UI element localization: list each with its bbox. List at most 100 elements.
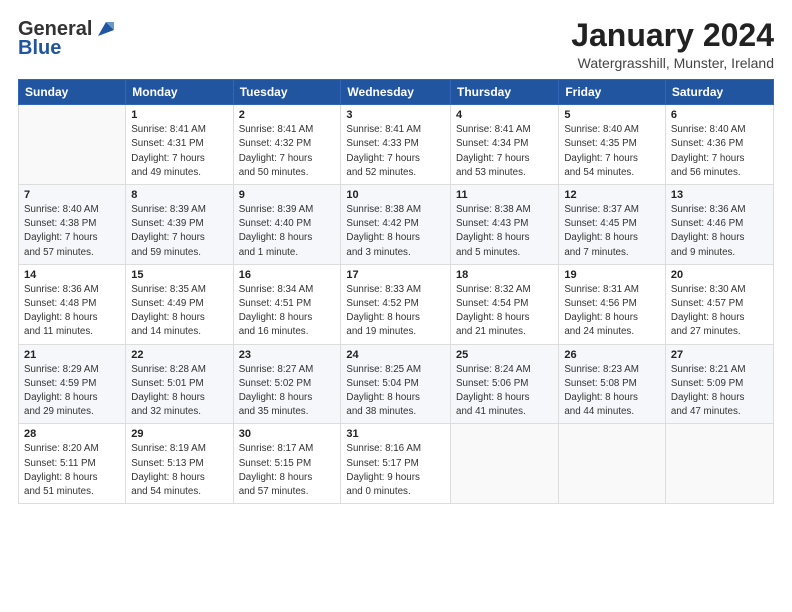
calendar-week-row: 14 Sunrise: 8:36 AMSunset: 4:48 PMDayligh… (19, 264, 774, 344)
table-row: 14 Sunrise: 8:36 AMSunset: 4:48 PMDayligh… (19, 264, 126, 344)
day-info: Sunrise: 8:39 AMSunset: 4:39 PMDaylight:… (131, 203, 227, 260)
day-info: Sunrise: 8:33 AMSunset: 4:52 PMDaylight:… (346, 283, 445, 340)
day-number: 15 (131, 269, 227, 281)
day-number: 20 (671, 269, 768, 281)
day-info: Sunrise: 8:41 AMSunset: 4:33 PMDaylight:… (346, 123, 445, 180)
day-info: Sunrise: 8:37 AMSunset: 4:45 PMDaylight:… (564, 203, 660, 260)
month-title: January 2024 (571, 18, 774, 53)
day-info: Sunrise: 8:41 AMSunset: 4:31 PMDaylight:… (131, 123, 227, 180)
day-info: Sunrise: 8:31 AMSunset: 4:56 PMDaylight:… (564, 283, 660, 340)
col-wednesday: Wednesday (341, 80, 451, 105)
day-number: 3 (346, 109, 445, 121)
table-row: 12 Sunrise: 8:37 AMSunset: 4:45 PMDayligh… (559, 185, 666, 265)
day-number: 8 (131, 189, 227, 201)
day-number: 27 (671, 349, 768, 361)
day-info: Sunrise: 8:40 AMSunset: 4:35 PMDaylight:… (564, 123, 660, 180)
logo: General Blue (18, 18, 116, 58)
logo-blue: Blue (18, 38, 116, 58)
day-info: Sunrise: 8:41 AMSunset: 4:32 PMDaylight:… (239, 123, 336, 180)
day-number: 6 (671, 109, 768, 121)
day-number: 5 (564, 109, 660, 121)
table-row: 21Sunrise: 8:29 AMSunset: 4:59 PMDayligh… (19, 344, 126, 424)
table-row: 11 Sunrise: 8:38 AMSunset: 4:43 PMDayligh… (451, 185, 559, 265)
table-row (559, 424, 666, 504)
table-row: 3 Sunrise: 8:41 AMSunset: 4:33 PMDaylight… (341, 105, 451, 185)
day-number: 21 (24, 349, 120, 361)
day-info: Sunrise: 8:28 AMSunset: 5:01 PMDaylight:… (131, 363, 227, 420)
page: General Blue January 2024 Watergrasshill… (0, 0, 792, 612)
day-info: Sunrise: 8:38 AMSunset: 4:42 PMDaylight:… (346, 203, 445, 260)
day-info: Sunrise: 8:39 AMSunset: 4:40 PMDaylight:… (239, 203, 336, 260)
day-info: Sunrise: 8:17 AMSunset: 5:15 PMDaylight:… (239, 442, 336, 499)
day-number: 2 (239, 109, 336, 121)
day-number: 24 (346, 349, 445, 361)
day-number: 1 (131, 109, 227, 121)
table-row: 2 Sunrise: 8:41 AMSunset: 4:32 PMDaylight… (233, 105, 341, 185)
day-info: Sunrise: 8:40 AMSunset: 4:36 PMDaylight:… (671, 123, 768, 180)
table-row: 20 Sunrise: 8:30 AMSunset: 4:57 PMDayligh… (665, 264, 773, 344)
table-row: 7 Sunrise: 8:40 AMSunset: 4:38 PMDaylight… (19, 185, 126, 265)
day-info: Sunrise: 8:19 AMSunset: 5:13 PMDaylight:… (131, 442, 227, 499)
table-row: 17 Sunrise: 8:33 AMSunset: 4:52 PMDayligh… (341, 264, 451, 344)
day-info: Sunrise: 8:40 AMSunset: 4:38 PMDaylight:… (24, 203, 120, 260)
table-row: 26Sunrise: 8:23 AMSunset: 5:08 PMDayligh… (559, 344, 666, 424)
table-row: 27 Sunrise: 8:21 AMSunset: 5:09 PMDayligh… (665, 344, 773, 424)
logo-icon (94, 18, 116, 40)
day-number: 22 (131, 349, 227, 361)
table-row (665, 424, 773, 504)
title-block: January 2024 Watergrasshill, Munster, Ir… (571, 18, 774, 71)
calendar-week-row: 28 Sunrise: 8:20 AMSunset: 5:11 PMDayligh… (19, 424, 774, 504)
table-row: 5 Sunrise: 8:40 AMSunset: 4:35 PMDaylight… (559, 105, 666, 185)
day-number: 17 (346, 269, 445, 281)
col-tuesday: Tuesday (233, 80, 341, 105)
day-info: Sunrise: 8:24 AMSunset: 5:06 PMDaylight:… (456, 363, 553, 420)
calendar-table: Sunday Monday Tuesday Wednesday Thursday… (18, 79, 774, 504)
day-info: Sunrise: 8:20 AMSunset: 5:11 PMDaylight:… (24, 442, 120, 499)
col-saturday: Saturday (665, 80, 773, 105)
day-number: 26 (564, 349, 660, 361)
day-number: 9 (239, 189, 336, 201)
calendar-week-row: 1 Sunrise: 8:41 AMSunset: 4:31 PMDaylight… (19, 105, 774, 185)
day-number: 23 (239, 349, 336, 361)
table-row: 29Sunrise: 8:19 AMSunset: 5:13 PMDayligh… (126, 424, 233, 504)
table-row: 25Sunrise: 8:24 AMSunset: 5:06 PMDayligh… (451, 344, 559, 424)
calendar-week-row: 21Sunrise: 8:29 AMSunset: 4:59 PMDayligh… (19, 344, 774, 424)
day-number: 13 (671, 189, 768, 201)
table-row: 15Sunrise: 8:35 AMSunset: 4:49 PMDayligh… (126, 264, 233, 344)
day-number: 19 (564, 269, 660, 281)
table-row: 8 Sunrise: 8:39 AMSunset: 4:39 PMDaylight… (126, 185, 233, 265)
table-row: 4 Sunrise: 8:41 AMSunset: 4:34 PMDaylight… (451, 105, 559, 185)
day-info: Sunrise: 8:38 AMSunset: 4:43 PMDaylight:… (456, 203, 553, 260)
day-info: Sunrise: 8:25 AMSunset: 5:04 PMDaylight:… (346, 363, 445, 420)
day-info: Sunrise: 8:21 AMSunset: 5:09 PMDaylight:… (671, 363, 768, 420)
day-info: Sunrise: 8:36 AMSunset: 4:46 PMDaylight:… (671, 203, 768, 260)
table-row: 19 Sunrise: 8:31 AMSunset: 4:56 PMDayligh… (559, 264, 666, 344)
day-number: 28 (24, 428, 120, 440)
day-number: 11 (456, 189, 553, 201)
day-number: 14 (24, 269, 120, 281)
table-row: 16Sunrise: 8:34 AMSunset: 4:51 PMDayligh… (233, 264, 341, 344)
day-info: Sunrise: 8:34 AMSunset: 4:51 PMDaylight:… (239, 283, 336, 340)
day-number: 30 (239, 428, 336, 440)
table-row (451, 424, 559, 504)
table-row (19, 105, 126, 185)
table-row: 6 Sunrise: 8:40 AMSunset: 4:36 PMDaylight… (665, 105, 773, 185)
table-row: 30 Sunrise: 8:17 AMSunset: 5:15 PMDayligh… (233, 424, 341, 504)
day-info: Sunrise: 8:16 AMSunset: 5:17 PMDaylight:… (346, 442, 445, 499)
col-thursday: Thursday (451, 80, 559, 105)
day-info: Sunrise: 8:36 AMSunset: 4:48 PMDaylight:… (24, 283, 120, 340)
col-sunday: Sunday (19, 80, 126, 105)
day-number: 7 (24, 189, 120, 201)
day-info: Sunrise: 8:30 AMSunset: 4:57 PMDaylight:… (671, 283, 768, 340)
day-number: 10 (346, 189, 445, 201)
table-row: 31Sunrise: 8:16 AMSunset: 5:17 PMDayligh… (341, 424, 451, 504)
location: Watergrasshill, Munster, Ireland (571, 55, 774, 71)
day-number: 12 (564, 189, 660, 201)
calendar-week-row: 7 Sunrise: 8:40 AMSunset: 4:38 PMDaylight… (19, 185, 774, 265)
day-number: 18 (456, 269, 553, 281)
table-row: 28 Sunrise: 8:20 AMSunset: 5:11 PMDayligh… (19, 424, 126, 504)
table-row: 22 Sunrise: 8:28 AMSunset: 5:01 PMDayligh… (126, 344, 233, 424)
day-info: Sunrise: 8:41 AMSunset: 4:34 PMDaylight:… (456, 123, 553, 180)
table-row: 24 Sunrise: 8:25 AMSunset: 5:04 PMDayligh… (341, 344, 451, 424)
day-number: 4 (456, 109, 553, 121)
